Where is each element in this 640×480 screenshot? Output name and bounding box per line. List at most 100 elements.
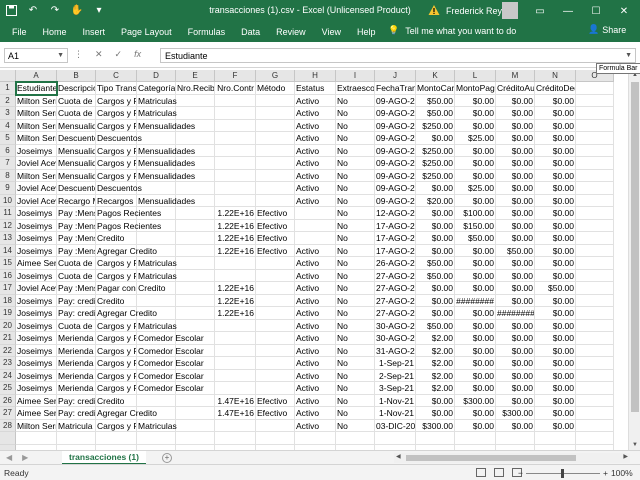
undo-icon[interactable]: ↶ [26,3,40,17]
table-cell[interactable]: Joseimys [16,244,57,257]
table-cell[interactable]: 1.22E+16 [215,307,256,320]
header-cell[interactable]: CréditoAumento [496,82,535,95]
table-cell[interactable]: ######## [455,294,496,307]
table-cell[interactable]: Cuota de Cargos [57,107,96,120]
table-cell[interactable]: $0.00 [535,407,576,420]
table-cell[interactable]: $50.00 [416,107,455,120]
table-cell[interactable] [215,369,256,382]
table-cell[interactable] [576,394,614,407]
table-cell[interactable]: Milton Serrano [16,132,57,145]
table-cell[interactable]: Efectivo [256,407,295,420]
table-cell[interactable] [256,369,295,382]
table-cell[interactable] [176,169,215,182]
table-cell[interactable] [215,419,256,432]
table-cell[interactable]: Activo [295,344,336,357]
table-cell[interactable]: Cargos y Facturas [96,257,137,270]
table-cell[interactable]: 1-Sep-21 [375,357,416,370]
table-cell[interactable] [576,382,614,395]
table-cell[interactable]: 27-AGO-20 [375,307,416,320]
table-cell[interactable]: Pagos Recientes [96,219,161,232]
column-header-d[interactable]: D [137,70,176,82]
table-cell[interactable]: 1-Nov-21 [375,407,416,420]
table-cell[interactable] [137,182,176,195]
table-cell[interactable] [256,294,295,307]
table-cell[interactable]: Pagar con Credito [96,282,166,295]
table-cell[interactable]: Activo [295,319,336,332]
table-cell[interactable]: Joviel Acevedo [16,157,57,170]
row-header[interactable]: 6 [0,144,16,157]
table-cell[interactable]: 3-Sep-21 [375,382,416,395]
table-cell[interactable]: $0.00 [496,282,535,295]
table-cell[interactable]: Activo [295,144,336,157]
table-cell[interactable]: No [336,144,375,157]
normal-view-icon[interactable] [476,468,486,477]
redo-icon[interactable]: ↷ [48,3,62,17]
table-cell[interactable]: No [336,294,375,307]
table-cell[interactable]: $0.00 [455,307,496,320]
table-cell[interactable]: Agregar Credito [96,244,157,257]
table-cell[interactable] [576,369,614,382]
table-cell[interactable]: Cuota de Cargos [57,269,96,282]
table-cell[interactable]: Matriculas [137,419,177,432]
row-header[interactable] [0,432,16,445]
table-cell[interactable]: $0.00 [535,369,576,382]
table-cell[interactable] [176,244,215,257]
scroll-down-icon[interactable]: ▼ [629,440,640,450]
table-cell[interactable]: $0.00 [496,169,535,182]
table-cell[interactable] [137,219,176,232]
row-header[interactable]: 17 [0,282,16,295]
table-cell[interactable]: $2.00 [416,357,455,370]
table-cell[interactable]: Cargos y Facturas [96,157,137,170]
sheet-tab[interactable]: transacciones (1) [62,451,146,465]
table-cell[interactable]: Activo [295,94,336,107]
table-cell[interactable] [176,144,215,157]
table-cell[interactable]: Merienda [57,357,96,370]
table-cell[interactable]: Cargos y Facturas [96,332,137,345]
row-header[interactable]: 22 [0,344,16,357]
row-header[interactable]: 19 [0,307,16,320]
table-cell[interactable]: Efectivo [256,394,295,407]
table-cell[interactable] [137,232,176,245]
zoom-in-icon[interactable]: + [603,468,608,478]
name-box[interactable]: A1 ▼ [4,48,68,63]
row-header[interactable]: 3 [0,107,16,120]
table-cell[interactable] [576,94,614,107]
table-cell[interactable]: $0.00 [535,394,576,407]
table-cell[interactable] [576,307,614,320]
row-header[interactable]: 9 [0,182,16,195]
table-cell[interactable]: Joseimys [16,319,57,332]
expand-formula-icon[interactable]: ▼ [625,50,632,62]
tab-review[interactable]: Review [268,25,314,39]
row-header[interactable]: 23 [0,357,16,370]
table-cell[interactable]: $25.00 [455,182,496,195]
table-cell[interactable]: $0.00 [455,107,496,120]
table-cell[interactable]: Matriculas [137,94,177,107]
table-cell[interactable]: Aimee Serrano [16,257,57,270]
prev-sheet-icon[interactable]: ◀ [6,453,12,462]
table-cell[interactable]: $250.00 [416,119,455,132]
table-cell[interactable]: $0.00 [535,257,576,270]
table-cell[interactable] [256,169,295,182]
table-cell[interactable] [576,169,614,182]
table-cell[interactable]: 1.22E+16 [215,207,256,220]
select-all-corner[interactable] [0,70,16,82]
table-cell[interactable]: Merienda [57,369,96,382]
table-cell[interactable] [576,119,614,132]
table-cell[interactable]: Activo [295,382,336,395]
table-cell[interactable] [137,407,176,420]
table-cell[interactable] [576,294,614,307]
table-cell[interactable]: Cargos y Facturas [96,344,137,357]
table-cell[interactable]: No [336,157,375,170]
table-cell[interactable]: Matriculas [137,257,177,270]
table-cell[interactable]: Comedor Escolar [137,332,204,345]
table-cell[interactable] [176,269,215,282]
table-cell[interactable]: $0.00 [535,419,576,432]
table-cell[interactable] [256,282,295,295]
tab-formulas[interactable]: Formulas [180,25,234,39]
table-cell[interactable] [176,232,215,245]
table-cell[interactable] [576,144,614,157]
row-header[interactable]: 26 [0,394,16,407]
header-cell[interactable]: MontoPago [455,82,496,95]
table-cell[interactable]: Pay :Mensualidad [57,244,96,257]
table-cell[interactable]: Mensualidad [57,157,96,170]
